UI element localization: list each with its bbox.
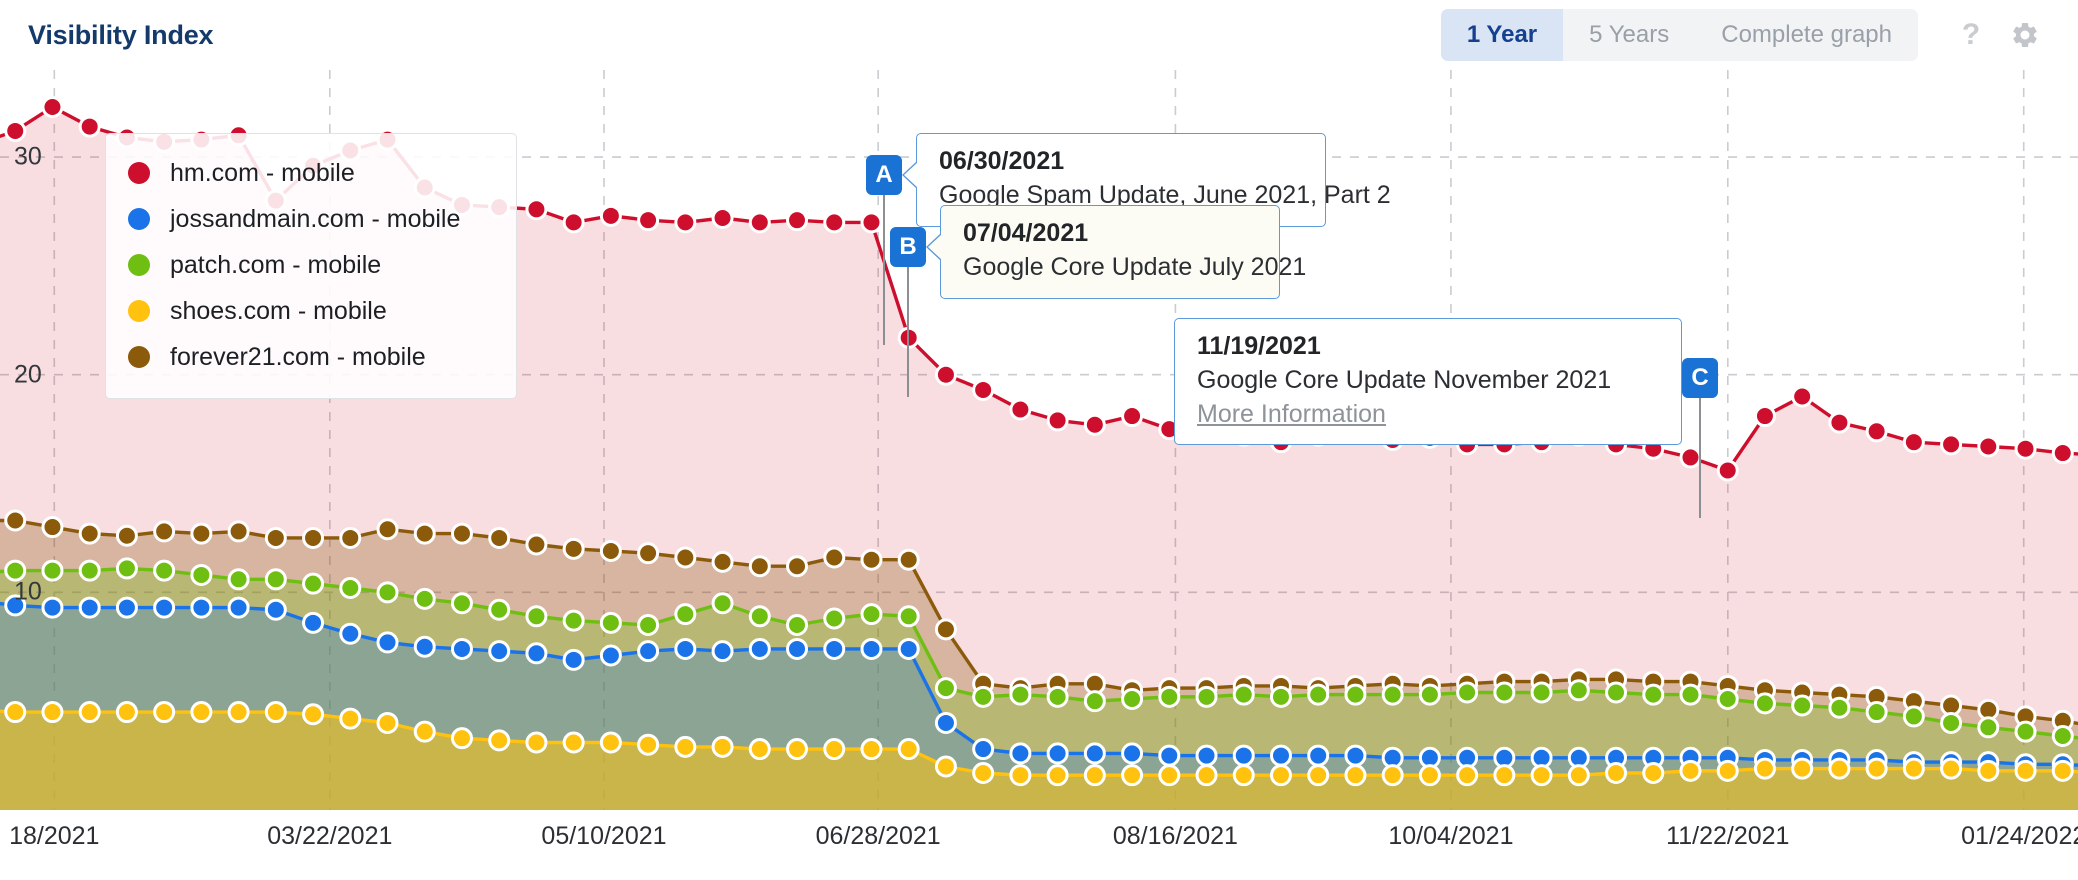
x-axis-tick-label: 01/24/2022 <box>1961 822 2078 850</box>
page-title: Visibility Index <box>28 19 214 50</box>
x-axis-tick-label: 11/22/2021 <box>1666 822 1790 850</box>
annotation-b-date: 07/04/2021 <box>963 219 1089 247</box>
y-axis-tick-10: 10 <box>14 577 42 606</box>
legend-item[interactable]: patch.com - mobile <box>128 242 496 288</box>
legend-item-label: jossandmain.com - mobile <box>170 204 461 233</box>
x-axis-tick-label: 03/22/2021 <box>267 822 393 850</box>
x-axis-tick-label: 06/28/2021 <box>815 822 941 850</box>
header-controls: 1 Year 5 Years Complete graph ? <box>1440 8 2052 62</box>
legend-color-dot <box>128 254 150 276</box>
range-option-1-year[interactable]: 1 Year <box>1440 9 1564 61</box>
question-mark-icon: ? <box>1961 18 1981 51</box>
x-axis-tick-label: 18/2021 <box>9 822 100 850</box>
legend-item[interactable]: jossandmain.com - mobile <box>128 196 496 242</box>
legend-color-dot <box>128 346 150 368</box>
annotation-b-tail <box>928 234 942 260</box>
legend-color-dot <box>128 208 150 230</box>
gear-icon <box>2013 22 2037 47</box>
settings-button[interactable] <box>1998 8 2052 62</box>
x-axis-labels: 18/2021 03/22/2021 05/10/2021 06/28/2021 08/… <box>0 810 2078 880</box>
legend-color-dot <box>128 162 150 184</box>
annotation-a-date: 06/30/2021 <box>939 147 1065 175</box>
annotation-c-badge[interactable]: C <box>1682 358 1718 398</box>
annotation-c-tail <box>1667 365 1681 391</box>
annotation-b-box[interactable]: 07/04/2021 Google Core Update July 2021 <box>940 205 1307 299</box>
visibility-index-panel: Visibility Index 1 Year 5 Years Complete… <box>0 0 2078 880</box>
annotation-c-more-information-link[interactable]: More Information <box>1197 399 1386 430</box>
legend-item-label: shoes.com - mobile <box>170 296 387 325</box>
y-axis-tick-30: 30 <box>14 142 42 171</box>
annotation-b-description: Google Core Update July 2021 <box>963 253 1307 282</box>
range-option-complete-graph[interactable]: Complete graph <box>1695 9 1918 61</box>
annotation-b-stem <box>907 267 909 397</box>
annotation-c-stem <box>1699 398 1701 518</box>
x-axis-tick-label: 08/16/2021 <box>1112 822 1238 850</box>
annotation-c-description: Google Core Update November 2021 <box>1197 366 1612 395</box>
chart-legend: hm.com - mobile jossandmain.com - mobile p… <box>105 133 517 399</box>
time-range-switch: 1 Year 5 Years Complete graph <box>1440 9 1918 61</box>
annotation-a-stem <box>883 195 885 345</box>
annotation-a-badge[interactable]: A <box>866 155 902 195</box>
legend-item[interactable]: hm.com - mobile <box>128 150 496 196</box>
annotation-c-box[interactable]: 11/19/2021 Google Core Update November 2… <box>1174 318 1682 445</box>
range-option-5-years[interactable]: 5 Years <box>1563 9 1695 61</box>
legend-item-label: hm.com - mobile <box>170 158 355 187</box>
panel-header: Visibility Index 1 Year 5 Years Complete… <box>0 0 2078 70</box>
legend-item[interactable]: forever21.com - mobile <box>128 334 496 380</box>
help-button[interactable]: ? <box>1944 8 1998 62</box>
legend-item-label: patch.com - mobile <box>170 250 382 279</box>
y-axis-tick-20: 20 <box>14 360 42 389</box>
x-axis-tick-label: 05/10/2021 <box>541 822 667 850</box>
annotation-c-date: 11/19/2021 <box>1197 332 1321 360</box>
legend-color-dot <box>128 300 150 322</box>
legend-item-label: forever21.com - mobile <box>170 342 426 371</box>
annotation-a-tail <box>904 162 918 188</box>
x-axis-tick-label: 10/04/2021 <box>1388 822 1514 850</box>
annotation-b-badge[interactable]: B <box>890 227 926 267</box>
legend-item[interactable]: shoes.com - mobile <box>128 288 496 334</box>
